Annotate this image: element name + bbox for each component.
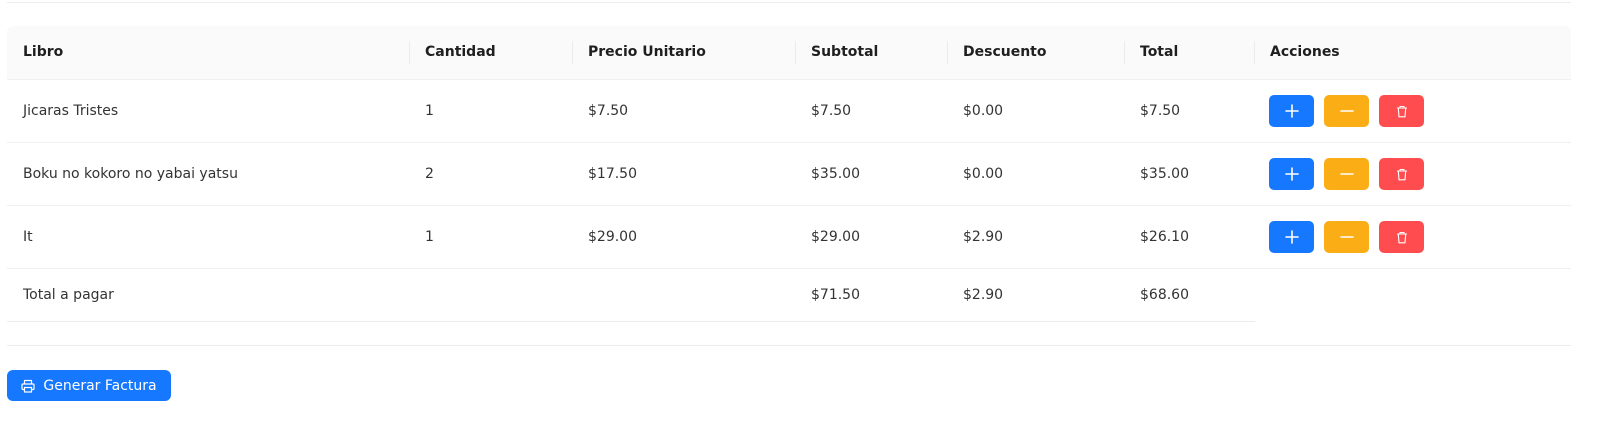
cell-total: $7.50 <box>1140 103 1181 119</box>
minus-icon <box>1339 110 1354 112</box>
cell-unit-price: $29.00 <box>588 229 637 245</box>
summary-subtotal: $71.50 <box>811 287 860 303</box>
cell-subtotal: $35.00 <box>811 166 860 182</box>
header-subtotal: Subtotal <box>811 44 879 60</box>
cell-total: $35.00 <box>1140 166 1189 182</box>
header-total: Total <box>1140 44 1179 60</box>
summary-total: $68.60 <box>1140 287 1189 303</box>
cell-quantity: 1 <box>425 229 434 245</box>
invoice-table: Libro Cantidad Precio Unitario Subtotal … <box>7 26 1571 322</box>
row-actions <box>1269 158 1424 190</box>
table-header: Libro Cantidad Precio Unitario Subtotal … <box>7 26 1571 80</box>
delete-item-button[interactable] <box>1379 158 1424 190</box>
plus-icon <box>1284 104 1299 118</box>
header-descuento: Descuento <box>963 44 1047 60</box>
cell-book: Jicaras Tristes <box>23 103 119 119</box>
table-row: Jicaras Tristes 1 $7.50 $7.50 $0.00 $7.5… <box>7 80 1571 143</box>
minus-icon <box>1339 236 1354 238</box>
plus-icon <box>1284 167 1299 181</box>
top-divider <box>7 2 1571 3</box>
cell-subtotal: $29.00 <box>811 229 860 245</box>
cell-quantity: 2 <box>425 166 434 182</box>
delete-item-button[interactable] <box>1379 95 1424 127</box>
plus-icon <box>1284 230 1299 244</box>
increase-quantity-button[interactable] <box>1269 221 1314 253</box>
increase-quantity-button[interactable] <box>1269 158 1314 190</box>
trash-icon <box>1396 231 1407 243</box>
table-row: Boku no kokoro no yabai yatsu 2 $17.50 $… <box>7 143 1571 206</box>
summary-discount: $2.90 <box>963 287 1004 303</box>
trash-icon <box>1396 105 1407 117</box>
table-row: It 1 $29.00 $29.00 $2.90 $26.10 <box>7 206 1571 269</box>
row-actions <box>1269 95 1424 127</box>
summary-row: Total a pagar $71.50 $2.90 $68.60 <box>7 269 1255 322</box>
generate-invoice-button[interactable]: Generar Factura <box>7 370 171 401</box>
bottom-divider <box>7 345 1571 346</box>
increase-quantity-button[interactable] <box>1269 95 1314 127</box>
cell-discount: $0.00 <box>963 103 1004 119</box>
cell-discount: $2.90 <box>963 229 1004 245</box>
generate-invoice-label: Generar Factura <box>43 377 157 394</box>
cell-quantity: 1 <box>425 103 434 119</box>
cell-discount: $0.00 <box>963 166 1004 182</box>
header-precio-unitario: Precio Unitario <box>588 44 706 60</box>
minus-icon <box>1339 173 1354 175</box>
decrease-quantity-button[interactable] <box>1324 158 1369 190</box>
cell-subtotal: $7.50 <box>811 103 852 119</box>
cell-total: $26.10 <box>1140 229 1189 245</box>
summary-label: Total a pagar <box>23 287 114 303</box>
printer-icon <box>21 379 35 393</box>
decrease-quantity-button[interactable] <box>1324 221 1369 253</box>
header-libro: Libro <box>23 44 64 60</box>
row-actions <box>1269 221 1424 253</box>
cell-unit-price: $17.50 <box>588 166 637 182</box>
cell-book: Boku no kokoro no yabai yatsu <box>23 166 238 182</box>
trash-icon <box>1396 168 1407 180</box>
cell-unit-price: $7.50 <box>588 103 629 119</box>
delete-item-button[interactable] <box>1379 221 1424 253</box>
cell-book: It <box>23 229 33 245</box>
decrease-quantity-button[interactable] <box>1324 95 1369 127</box>
header-acciones: Acciones <box>1270 44 1340 60</box>
header-cantidad: Cantidad <box>425 44 496 60</box>
